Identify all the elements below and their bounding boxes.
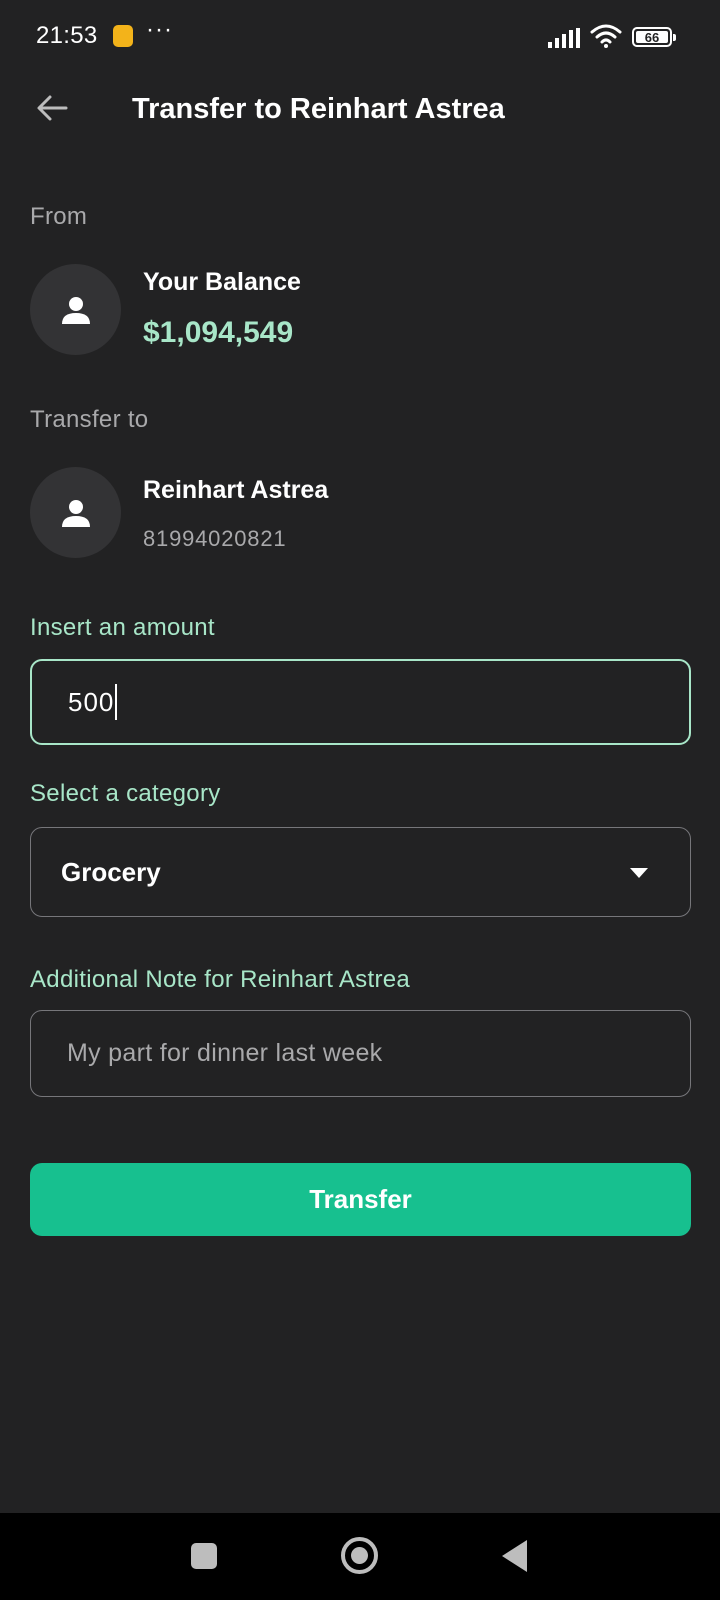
system-back-button[interactable] <box>502 1540 527 1572</box>
note-label: Additional Note for Reinhart Astrea <box>30 966 411 993</box>
balance-amount: $1,094,549 <box>143 316 294 349</box>
text-caret <box>115 684 118 720</box>
from-avatar <box>30 264 121 355</box>
notification-icon <box>113 25 133 47</box>
from-account-name: Your Balance <box>143 268 301 296</box>
transfer-button[interactable]: Transfer <box>30 1163 691 1236</box>
amount-label: Insert an amount <box>30 614 215 641</box>
person-icon <box>61 296 90 324</box>
category-dropdown[interactable]: Grocery <box>30 827 691 917</box>
arrow-left-icon <box>37 95 68 121</box>
battery-icon: 66 <box>632 27 676 47</box>
status-bar: 21:53 ··· 66 <box>0 0 720 74</box>
note-input[interactable]: My part for dinner last week <box>30 1010 691 1097</box>
from-label: From <box>30 203 88 230</box>
wifi-icon <box>590 24 622 48</box>
battery-level: 66 <box>644 29 660 45</box>
category-label: Select a category <box>30 780 221 807</box>
transfer-to-label: Transfer to <box>30 406 149 433</box>
system-nav-bar <box>0 1513 720 1600</box>
recipient-name: Reinhart Astrea <box>143 476 329 504</box>
note-placeholder: My part for dinner last week <box>67 1039 383 1067</box>
page-title: Transfer to Reinhart Astrea <box>132 93 505 125</box>
back-button[interactable] <box>32 88 72 128</box>
category-selected-value: Grocery <box>61 856 161 887</box>
recipient-account-number: 81994020821 <box>143 526 287 551</box>
status-time: 21:53 <box>36 22 98 49</box>
dropdown-arrow-icon <box>630 868 648 878</box>
recents-button[interactable] <box>191 1543 217 1569</box>
more-notifications-icon: ··· <box>146 16 173 43</box>
recipient-avatar <box>30 467 121 558</box>
person-icon <box>61 499 90 527</box>
signal-icon <box>548 28 580 48</box>
home-button[interactable] <box>341 1537 378 1574</box>
amount-input[interactable]: 500 <box>30 659 691 745</box>
amount-value: 500 <box>68 686 115 717</box>
